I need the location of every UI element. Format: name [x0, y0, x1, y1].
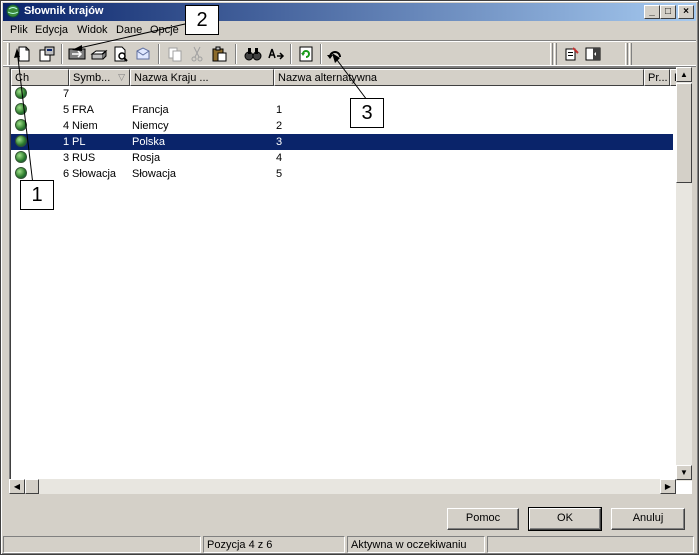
callout-2: 2	[185, 5, 219, 35]
annotation-arrows	[14, 23, 368, 211]
callout-1: 1	[20, 180, 54, 210]
callout-3: 3	[350, 98, 384, 128]
